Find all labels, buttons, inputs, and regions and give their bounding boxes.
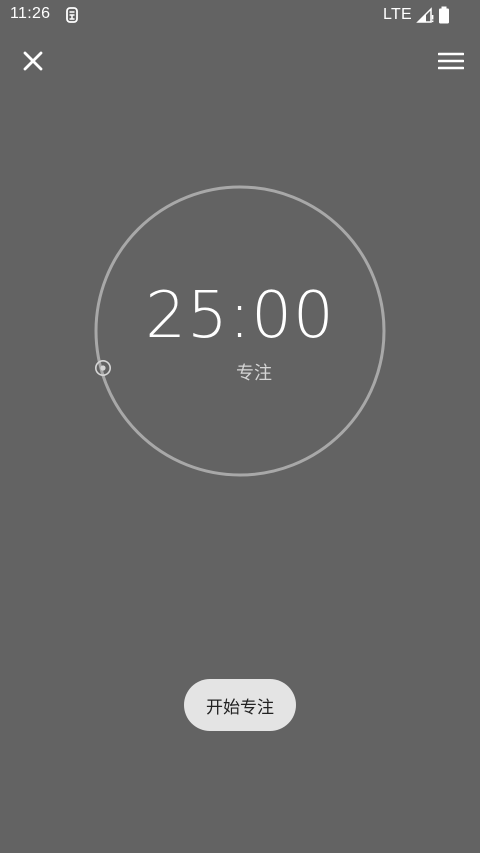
notification-app-icon	[64, 6, 80, 24]
target-icon	[95, 360, 226, 381]
status-time: 11:26	[10, 5, 51, 22]
timer-mode-label: 专注	[236, 363, 272, 384]
menu-icon	[438, 52, 464, 70]
status-indicators: LTE	[383, 5, 450, 25]
signal-icon	[416, 6, 434, 24]
network-type: LTE	[382, 6, 412, 23]
focus-timer-screen: 11:26 LTE 25:00 专注 开始专注	[0, 0, 480, 853]
close-icon	[23, 51, 43, 71]
close-button[interactable]	[16, 44, 50, 78]
start-focus-button[interactable]: 开始专注	[184, 679, 296, 731]
timer-display: 25:00	[145, 279, 335, 353]
menu-button[interactable]	[434, 44, 468, 78]
battery-icon	[438, 6, 450, 24]
timer-mode: 专注	[94, 359, 386, 385]
status-bar: 11:26 LTE	[0, 0, 480, 30]
timer-ring: 25:00 专注	[94, 185, 386, 477]
